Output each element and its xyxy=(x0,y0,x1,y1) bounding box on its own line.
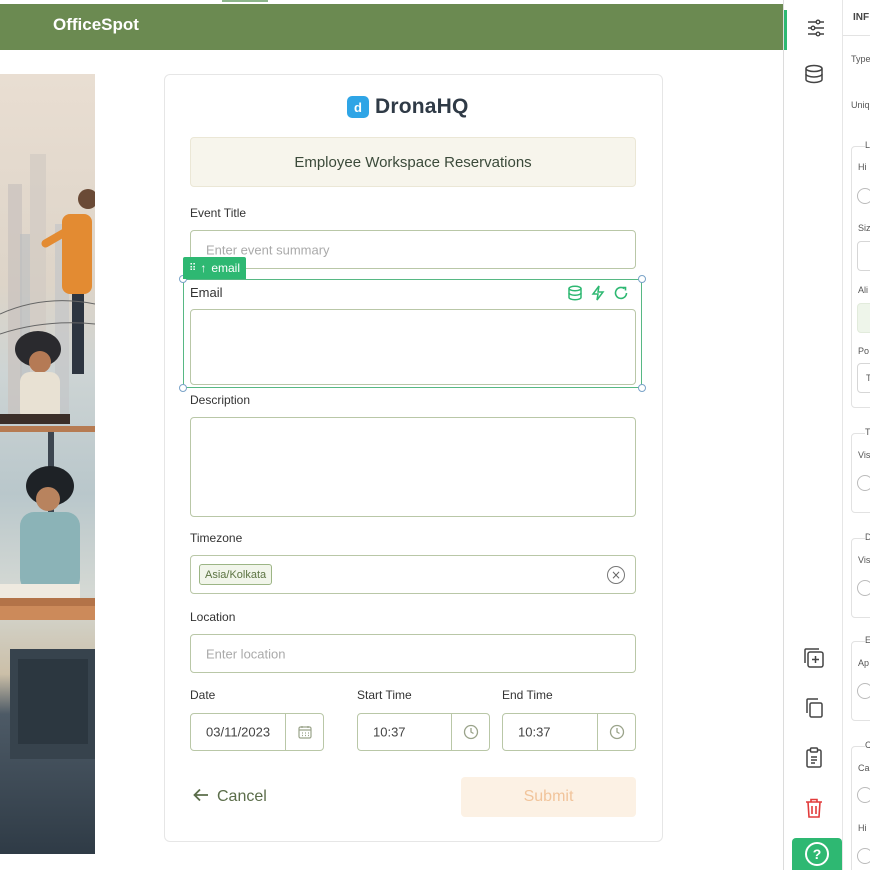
form-banner: Employee Workspace Reservations xyxy=(190,137,636,187)
prop-label: Type xyxy=(851,54,870,64)
prop-section-title: T xyxy=(865,427,870,437)
location-input[interactable]: Enter location xyxy=(190,634,636,673)
add-component-button[interactable] xyxy=(784,640,844,680)
prop-label: Uniq xyxy=(851,100,870,110)
resize-handle-bottom-left[interactable] xyxy=(179,384,187,392)
prop-toggle[interactable] xyxy=(857,580,870,596)
start-time-label: Start Time xyxy=(357,688,412,702)
resize-handle-top-right[interactable] xyxy=(638,275,646,283)
tab-indicator xyxy=(222,0,268,2)
brand-name: DronaHQ xyxy=(375,95,469,118)
paste-icon xyxy=(803,746,825,772)
submit-button[interactable]: Submit xyxy=(461,777,636,817)
properties-panel: INF Type Uniq L Hi Siz Ali Po T T Vis D … xyxy=(843,0,870,870)
dronahq-logo-icon: d xyxy=(347,96,369,118)
date-input[interactable]: 03/11/2023 xyxy=(190,713,324,751)
prop-toggle[interactable] xyxy=(857,787,870,803)
copy-button[interactable] xyxy=(784,690,844,730)
end-time-label: End Time xyxy=(502,688,553,702)
app-title: OfficeSpot xyxy=(53,15,139,34)
description-label: Description xyxy=(190,393,251,407)
clear-icon[interactable]: × xyxy=(607,566,625,584)
prop-section-title: C xyxy=(865,740,870,750)
data-tab[interactable] xyxy=(784,56,844,96)
location-placeholder: Enter location xyxy=(206,646,286,661)
cancel-button[interactable]: Cancel xyxy=(193,784,267,810)
refresh-icon[interactable] xyxy=(612,284,630,302)
prop-label: Po xyxy=(858,346,870,356)
help-icon: ? xyxy=(805,842,829,866)
prop-toggle[interactable] xyxy=(857,683,870,699)
start-time-input[interactable]: 10:37 xyxy=(357,713,490,751)
prop-align-option[interactable] xyxy=(857,303,870,333)
prop-input-value: T xyxy=(866,373,870,383)
database-icon[interactable] xyxy=(566,284,584,302)
clock-icon[interactable] xyxy=(597,714,635,750)
prop-label: Vis xyxy=(858,555,870,565)
start-time-value: 10:37 xyxy=(373,724,406,740)
prop-section xyxy=(851,641,870,721)
component-tools xyxy=(566,284,630,302)
end-time-value: 10:37 xyxy=(518,724,551,740)
prop-toggle[interactable] xyxy=(857,848,870,864)
trash-icon xyxy=(804,797,824,823)
description-textarea[interactable] xyxy=(190,417,636,517)
office-illustration xyxy=(0,74,95,854)
prop-section xyxy=(851,433,870,513)
panel-header-title: INF xyxy=(853,12,870,23)
prop-label: Siz xyxy=(858,223,870,233)
component-tag-label: email xyxy=(211,261,241,275)
date-label: Date xyxy=(190,688,216,702)
timezone-chip[interactable]: Asia/Kolkata xyxy=(199,564,273,585)
database-icon xyxy=(804,64,824,88)
add-component-icon xyxy=(803,647,825,673)
panel-header: INF xyxy=(843,0,870,36)
brand-logo: d DronaHQ xyxy=(347,95,469,119)
email-input[interactable] xyxy=(190,309,636,385)
prop-section-title: E xyxy=(865,635,870,645)
prop-label: Ali xyxy=(858,285,869,295)
location-label: Location xyxy=(190,610,236,624)
bolt-icon[interactable] xyxy=(589,284,607,302)
clock-icon[interactable] xyxy=(451,714,489,750)
prop-input[interactable]: T xyxy=(857,363,870,393)
prop-label: Vis xyxy=(858,450,870,460)
sliders-icon xyxy=(806,19,826,41)
end-time-input[interactable]: 10:37 xyxy=(502,713,636,751)
date-value: 03/11/2023 xyxy=(206,724,271,740)
component-tag[interactable]: ⠿ ↑ email xyxy=(183,257,247,279)
prop-section-title: D xyxy=(865,532,870,542)
prop-section xyxy=(851,538,870,618)
help-button[interactable]: ? xyxy=(792,838,842,870)
prop-input[interactable] xyxy=(857,241,870,271)
resize-handle-bottom-right[interactable] xyxy=(638,384,646,392)
drag-grip-icon[interactable]: ⠿ xyxy=(189,263,196,274)
prop-label: Ca xyxy=(858,763,870,773)
calendar-icon[interactable] xyxy=(285,714,323,750)
email-label: Email xyxy=(190,285,223,300)
prop-label: Ap xyxy=(858,658,870,668)
delete-button[interactable] xyxy=(784,790,844,830)
arrow-up-icon[interactable]: ↑ xyxy=(200,261,206,275)
event-title-label: Event Title xyxy=(190,206,247,220)
app-header: OfficeSpot xyxy=(0,4,783,50)
prop-toggle[interactable] xyxy=(857,475,870,491)
prop-label: Hi xyxy=(858,823,867,833)
properties-tab[interactable] xyxy=(784,10,844,50)
cancel-label: Cancel xyxy=(217,788,267,805)
copy-icon xyxy=(803,697,825,723)
timezone-label: Timezone xyxy=(190,531,243,545)
editor-rail xyxy=(783,0,843,870)
event-title-placeholder: Enter event summary xyxy=(206,242,330,257)
arrow-left-icon xyxy=(193,788,209,807)
prop-label: Hi xyxy=(858,162,867,172)
prop-section-title: L xyxy=(865,140,870,150)
event-title-input[interactable]: Enter event summary xyxy=(190,230,636,269)
paste-button[interactable] xyxy=(784,739,844,779)
prop-toggle[interactable] xyxy=(857,188,870,204)
